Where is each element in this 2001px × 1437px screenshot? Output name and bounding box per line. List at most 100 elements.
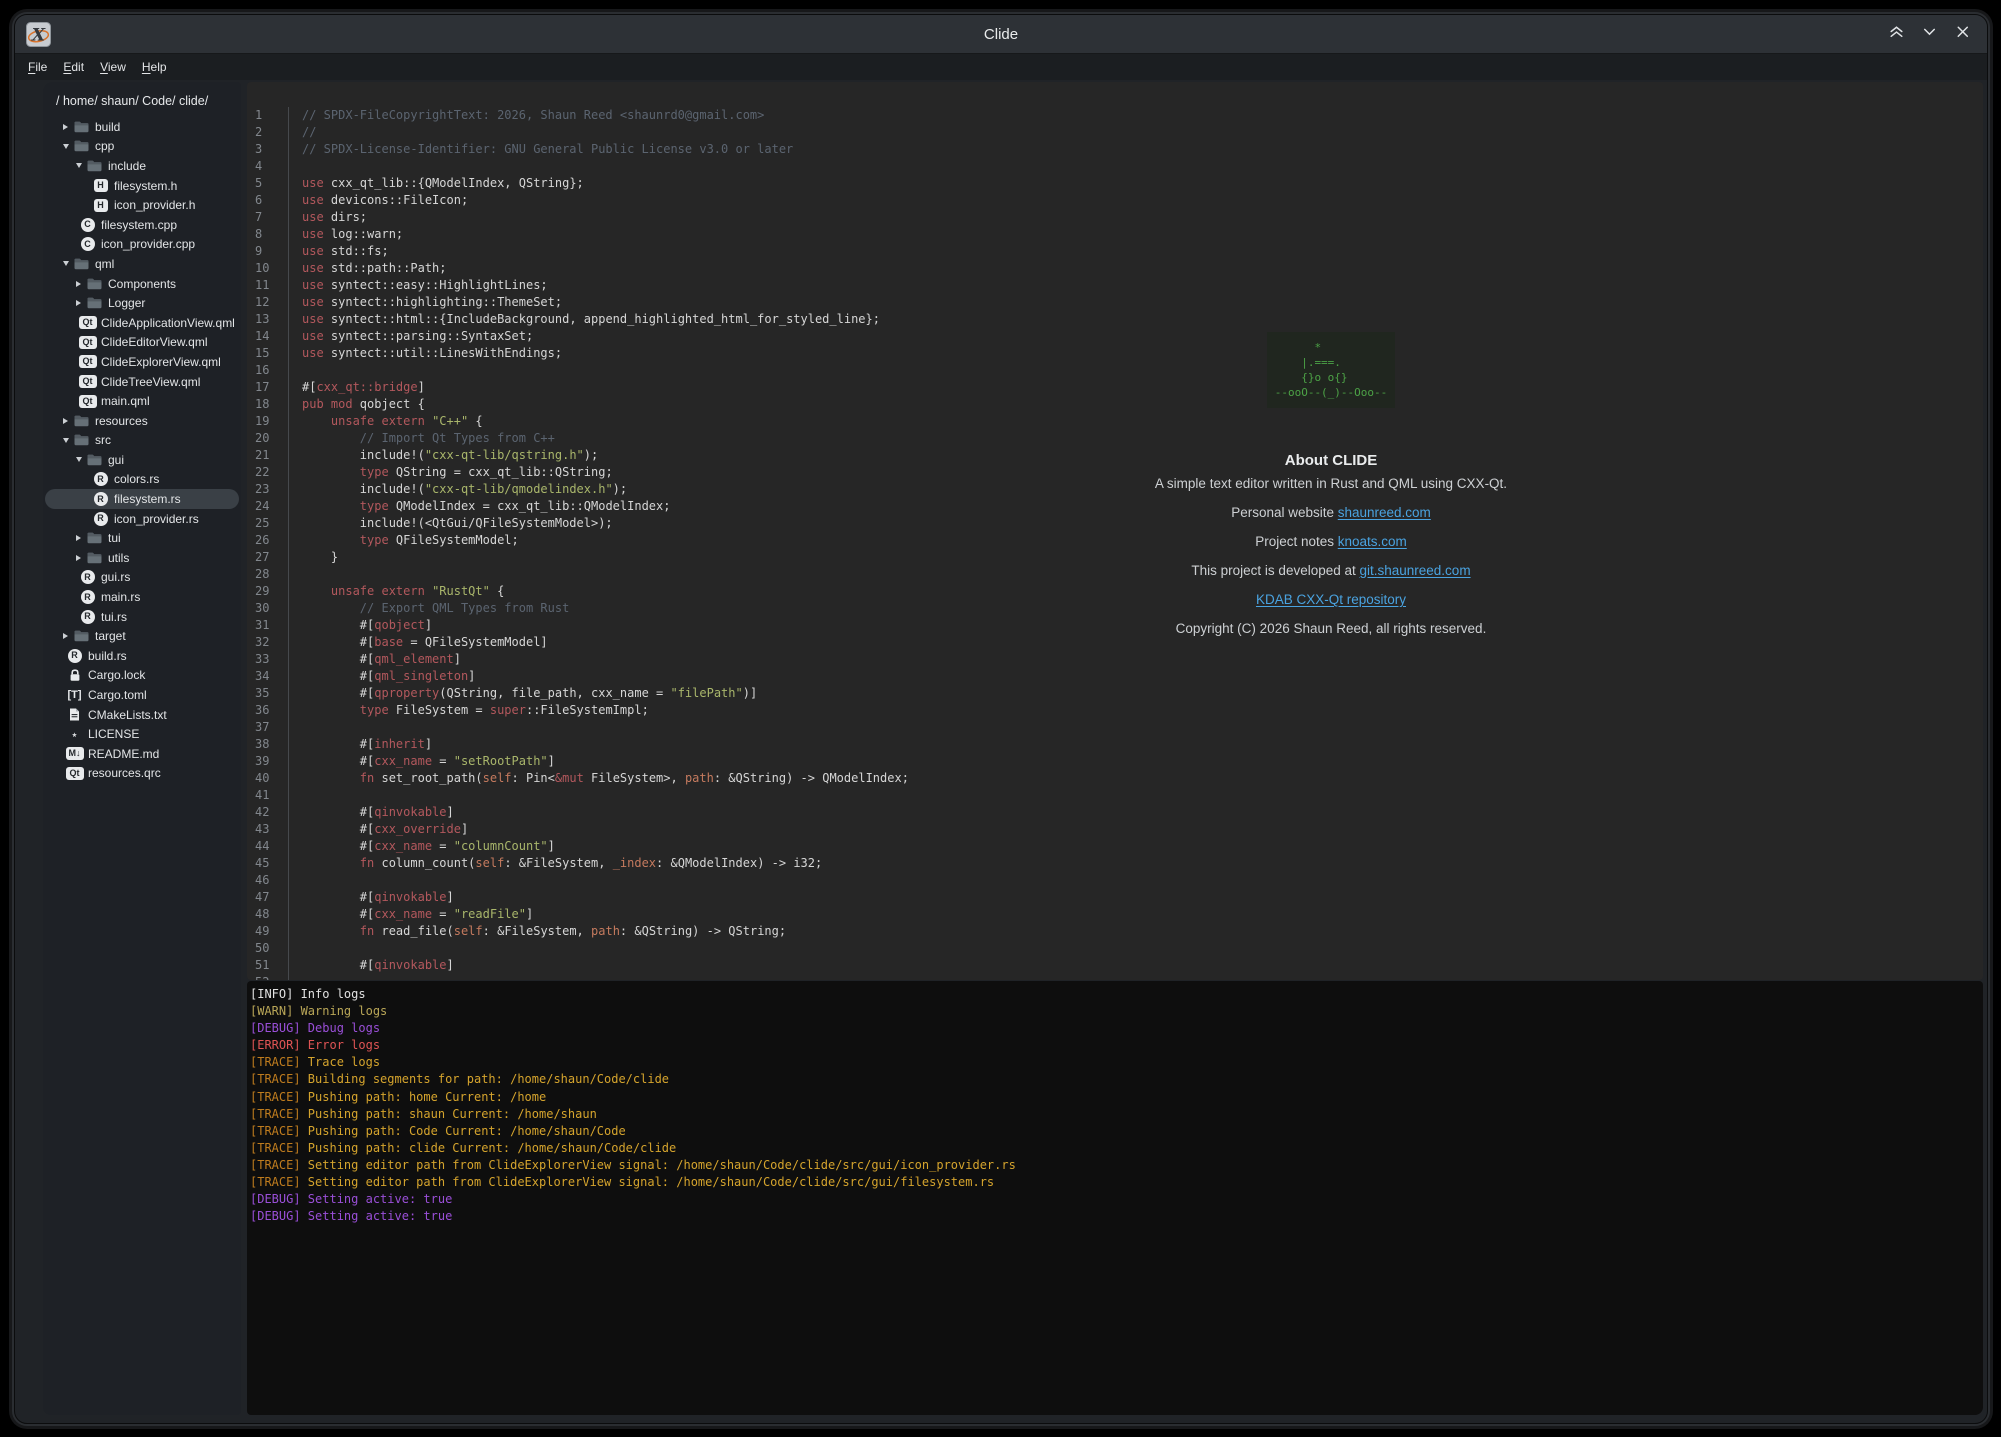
tree-item-main-qml[interactable]: Qt main.qml	[45, 391, 239, 411]
chevron-down-icon[interactable]	[72, 457, 85, 462]
tree-item-target[interactable]: target	[45, 626, 239, 646]
code-line: 11use syntect::easy::HighlightLines;	[247, 277, 1983, 294]
line-number: 16	[247, 362, 288, 379]
tree-item-cmakelists-txt[interactable]: CMakeLists.txt	[45, 705, 239, 725]
chevron-right-icon[interactable]	[72, 535, 85, 541]
tree-item-license[interactable]: ⋆LICENSE	[45, 724, 239, 744]
svg-text:X: X	[31, 25, 46, 45]
qt-file-icon: Qt	[65, 767, 84, 780]
line-number: 52	[247, 974, 288, 980]
log-line: [TRACE] Building segments for path: /hom…	[250, 1071, 1983, 1088]
tree-item-clideexplorerview-qml[interactable]: QtClideExplorerView.qml	[45, 352, 239, 372]
code-content: fn read_file(self: &FileSystem, path: &Q…	[288, 923, 1983, 940]
tree-item-build[interactable]: build	[45, 117, 239, 137]
chevron-down-icon[interactable]	[72, 163, 85, 168]
minimize-button[interactable]	[1920, 25, 1938, 43]
chevron-right-icon[interactable]	[59, 418, 72, 424]
code-line: 10use std::path::Path;	[247, 260, 1983, 277]
titlebar[interactable]: X Clide	[15, 15, 1987, 53]
menu-file[interactable]: File	[20, 57, 55, 77]
tree-item-build-rs[interactable]: Rbuild.rs	[45, 646, 239, 666]
code-line: 1// SPDX-FileCopyrightText: 2026, Shaun …	[247, 107, 1983, 124]
tree-item-gui-rs[interactable]: Rgui.rs	[45, 568, 239, 588]
tree-item-label: filesystem.h	[114, 179, 177, 193]
line-number: 28	[247, 566, 288, 583]
code-content: fn set_root_path(self: Pin<&mut FileSyst…	[288, 770, 1983, 787]
chevron-down-icon[interactable]	[59, 261, 72, 266]
tree-item-icon-provider-h[interactable]: Hicon_provider.h	[45, 195, 239, 215]
code-editor[interactable]: 1// SPDX-FileCopyrightText: 2026, Shaun …	[247, 82, 1983, 980]
tree-item-clideeditorview-qml[interactable]: QtClideEditorView.qml	[45, 333, 239, 353]
close-button[interactable]	[1953, 25, 1971, 43]
menu-help[interactable]: Help	[134, 57, 175, 77]
tree-item-label: tui	[108, 531, 121, 545]
tree-item-resources-qrc[interactable]: Qtresources.qrc	[45, 764, 239, 784]
chevron-down-icon	[1921, 23, 1938, 45]
chevron-right-icon[interactable]	[59, 124, 72, 130]
chevron-right-icon[interactable]	[72, 555, 85, 561]
line-number: 30	[247, 600, 288, 617]
chevron-right-icon[interactable]	[59, 633, 72, 639]
tree-item-tui-rs[interactable]: Rtui.rs	[45, 607, 239, 627]
code-line: 6use devicons::FileIcon;	[247, 192, 1983, 209]
code-line: 51 #[qinvokable]	[247, 957, 1983, 974]
menu-view[interactable]: View	[92, 57, 134, 77]
window-title: Clide	[15, 26, 1987, 43]
line-number: 40	[247, 770, 288, 787]
folder-icon	[72, 258, 91, 270]
tree-item-logger[interactable]: Logger	[45, 293, 239, 313]
tree-item-label: icon_provider.rs	[114, 512, 199, 526]
tree-item-icon-provider-rs[interactable]: Ricon_provider.rs	[45, 509, 239, 529]
chevron-right-icon[interactable]	[72, 281, 85, 287]
link-kdab-cxx-qt-repository[interactable]: KDAB CXX-Qt repository	[1256, 592, 1406, 607]
tree-item-resources[interactable]: resources	[45, 411, 239, 431]
tree-item-filesystem-h[interactable]: Hfilesystem.h	[45, 176, 239, 196]
lock-icon	[65, 669, 84, 682]
link-shaunreed-com[interactable]: shaunreed.com	[1338, 505, 1431, 520]
tree-item-icon-provider-cpp[interactable]: Cicon_provider.cpp	[45, 235, 239, 255]
line-number: 32	[247, 634, 288, 651]
line-number: 23	[247, 481, 288, 498]
tree-item-label: src	[95, 433, 111, 447]
tree-item-filesystem-cpp[interactable]: Cfilesystem.cpp	[45, 215, 239, 235]
tree-item-main-rs[interactable]: Rmain.rs	[45, 587, 239, 607]
tree-item-label: cpp	[95, 139, 114, 153]
tree-item-components[interactable]: Components	[45, 274, 239, 294]
about-title: About CLIDE	[951, 452, 1711, 469]
code-content: #[qproperty(QString, file_path, cxx_name…	[288, 685, 1983, 702]
menu-mnemonic: E	[63, 60, 71, 74]
tree-item-colors-rs[interactable]: Rcolors.rs	[45, 470, 239, 490]
link-knoats-com[interactable]: knoats.com	[1338, 534, 1407, 549]
tree-item-src[interactable]: src	[45, 431, 239, 451]
tree-item-label: main.qml	[101, 394, 150, 408]
code-content: use syntect::easy::HighlightLines;	[288, 277, 1983, 294]
tree-item-utils[interactable]: utils	[45, 548, 239, 568]
tree-item-readme-md[interactable]: M↓README.md	[45, 744, 239, 764]
tree-item-cargo-lock[interactable]: Cargo.lock	[45, 666, 239, 686]
tree-item-filesystem-rs[interactable]: Rfilesystem.rs	[45, 489, 239, 509]
chevron-down-icon[interactable]	[59, 144, 72, 149]
log-output[interactable]: [INFO] Info logs[WARN] Warning logs[DEBU…	[247, 981, 1983, 1415]
chevron-down-icon[interactable]	[59, 438, 72, 443]
tree-item-include[interactable]: include	[45, 156, 239, 176]
tree-item-cpp[interactable]: cpp	[45, 137, 239, 157]
code-line: 39 #[cxx_name = "setRootPath"]	[247, 753, 1983, 770]
menu-edit[interactable]: Edit	[55, 57, 92, 77]
maximize-button[interactable]	[1887, 25, 1905, 43]
code-line: 36 type FileSystem = super::FileSystemIm…	[247, 702, 1983, 719]
code-line: 33 #[qml_element]	[247, 651, 1983, 668]
line-number: 35	[247, 685, 288, 702]
file-explorer[interactable]: / home/ shaun/ Code/ clide/ buildcppincl…	[43, 82, 241, 1415]
tree-item-tui[interactable]: tui	[45, 528, 239, 548]
tree-item-clidetreeview-qml[interactable]: QtClideTreeView.qml	[45, 372, 239, 392]
tree-item-qml[interactable]: qml	[45, 254, 239, 274]
line-number: 38	[247, 736, 288, 753]
tree-item-gui[interactable]: gui	[45, 450, 239, 470]
tree-item-clideapplicationview-qml[interactable]: QtClideApplicationView.qml	[45, 313, 239, 333]
code-line: 46	[247, 872, 1983, 889]
link-git-shaunreed-com[interactable]: git.shaunreed.com	[1360, 563, 1471, 578]
chevron-right-icon[interactable]	[72, 300, 85, 306]
tree-item-cargo-toml[interactable]: [T]Cargo.toml	[45, 685, 239, 705]
line-number: 36	[247, 702, 288, 719]
qt-file-icon: Qt	[78, 395, 97, 408]
